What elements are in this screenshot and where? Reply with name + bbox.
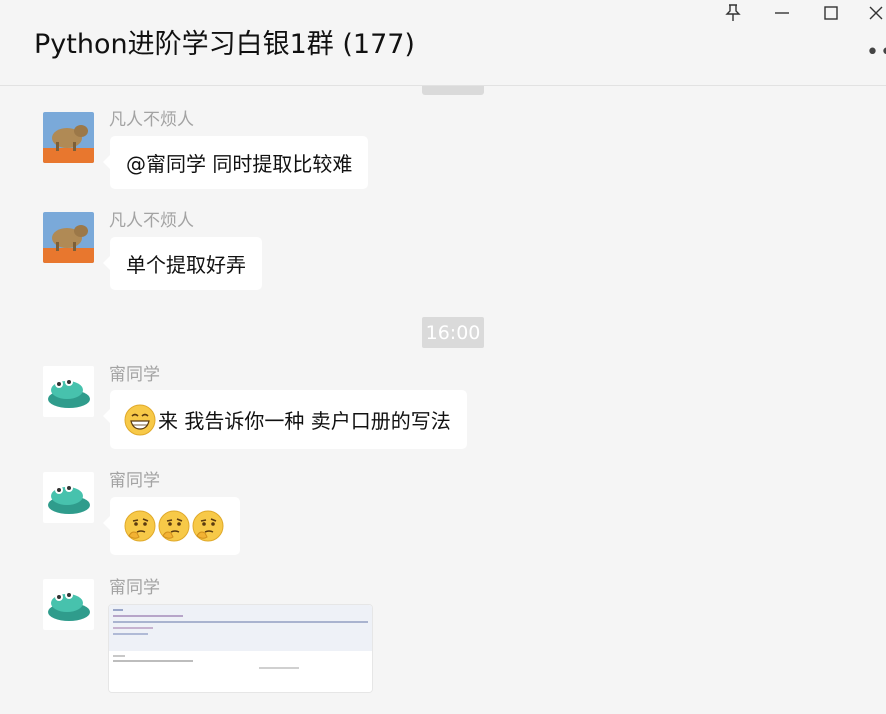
sender-name: 甯同学 — [109, 365, 160, 385]
message-bubble[interactable]: 单个提取好弄 — [103, 237, 262, 290]
message-text: @甯同学 同时提取比较难 — [126, 152, 353, 176]
avatar[interactable] — [43, 579, 94, 630]
avatar[interactable] — [43, 472, 94, 523]
minimize-icon[interactable] — [769, 2, 795, 24]
thinking-emoji — [158, 510, 190, 542]
close-icon[interactable] — [866, 2, 886, 24]
message-list[interactable]: 凡人不烦人 @甯同学 同时提取比较难 凡人不烦人 单个提取好弄 16:00 甯同… — [0, 86, 886, 714]
sender-name: 凡人不烦人 — [109, 211, 194, 231]
avatar[interactable] — [43, 112, 94, 163]
thinking-emoji — [124, 510, 156, 542]
message-bubble[interactable]: 来 我告诉你一种 卖户口册的写法 — [103, 390, 467, 449]
timestamp-partial — [422, 86, 484, 95]
title-bar: Python进阶学习白银1群 (177) •• — [0, 0, 886, 86]
message-text: 来 我告诉你一种 卖户口册的写法 — [158, 409, 451, 433]
message-bubble[interactable] — [103, 497, 240, 555]
sender-name: 凡人不烦人 — [109, 110, 194, 130]
pin-icon[interactable] — [720, 2, 746, 24]
message-bubble[interactable]: @甯同学 同时提取比较难 — [102, 136, 369, 189]
message-text: 单个提取好弄 — [126, 253, 246, 277]
blurred-screenshot-thumbnail — [109, 605, 372, 692]
avatar[interactable] — [43, 366, 94, 417]
image-message[interactable] — [108, 604, 373, 693]
thinking-emoji — [192, 510, 224, 542]
sender-name: 甯同学 — [109, 471, 160, 491]
avatar[interactable] — [43, 212, 94, 263]
more-icon[interactable]: •• — [866, 40, 886, 65]
timestamp: 16:00 — [422, 317, 484, 348]
maximize-icon[interactable] — [818, 2, 844, 24]
chat-title: Python进阶学习白银1群 (177) — [34, 29, 415, 60]
sender-name: 甯同学 — [109, 578, 160, 598]
grin-emoji — [124, 404, 156, 436]
